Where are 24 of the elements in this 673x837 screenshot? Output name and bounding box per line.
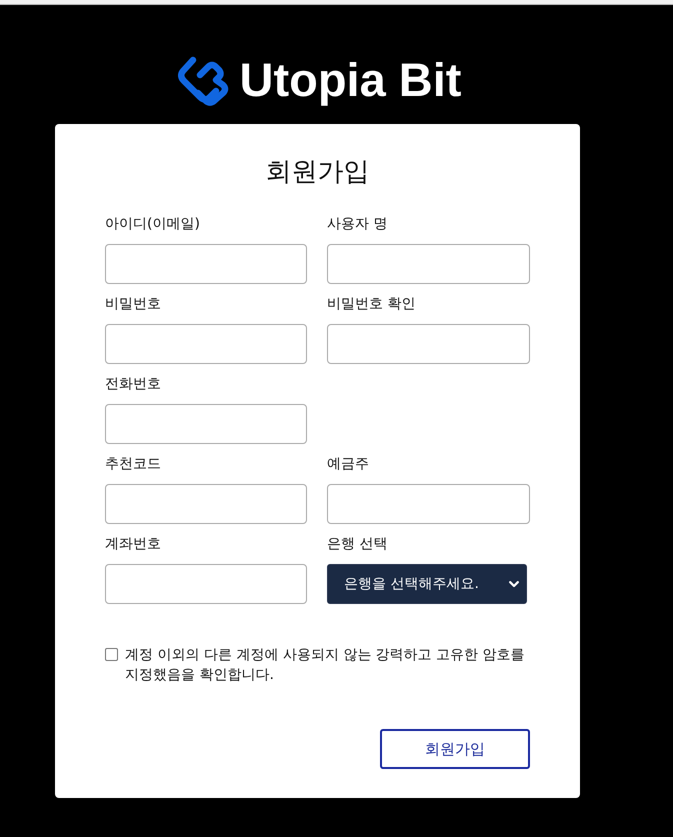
checkbox[interactable] (105, 648, 118, 661)
bank-select[interactable]: 은행을 선택해주세요. (327, 564, 527, 604)
input-field[interactable] (327, 244, 530, 284)
input-field[interactable] (327, 324, 530, 364)
logo-text: Utopia Bit (240, 52, 462, 108)
field-label: 전화번호 (105, 375, 161, 394)
field-label: 추천코드 (105, 455, 161, 474)
chevron-icon (509, 580, 519, 588)
field-label: 계좌번호 (105, 535, 161, 554)
form-title: 회원가입 (264, 156, 370, 189)
field-label: 비밀번호 (105, 295, 161, 314)
agreement-text: 계정 이외의 다른 계정에 사용되지 않는 강력하고 고유한 암호를 지정했음을 확인합니다. (125, 646, 526, 685)
input-field[interactable] (105, 324, 307, 364)
input-field[interactable] (105, 404, 307, 444)
input-field[interactable] (105, 484, 307, 524)
input-field[interactable] (105, 244, 307, 284)
input-field[interactable] (327, 484, 530, 524)
field-label: 예금주 (327, 455, 369, 474)
field-label: 은행 선택 (327, 535, 388, 554)
field-label: 아이디(이메일) (105, 215, 200, 234)
field-label: 사용자 명 (327, 215, 388, 234)
signup-button[interactable]: 회원가입 (380, 729, 530, 769)
field-label: 비밀번호 확인 (327, 295, 416, 314)
input-field[interactable] (105, 564, 307, 604)
